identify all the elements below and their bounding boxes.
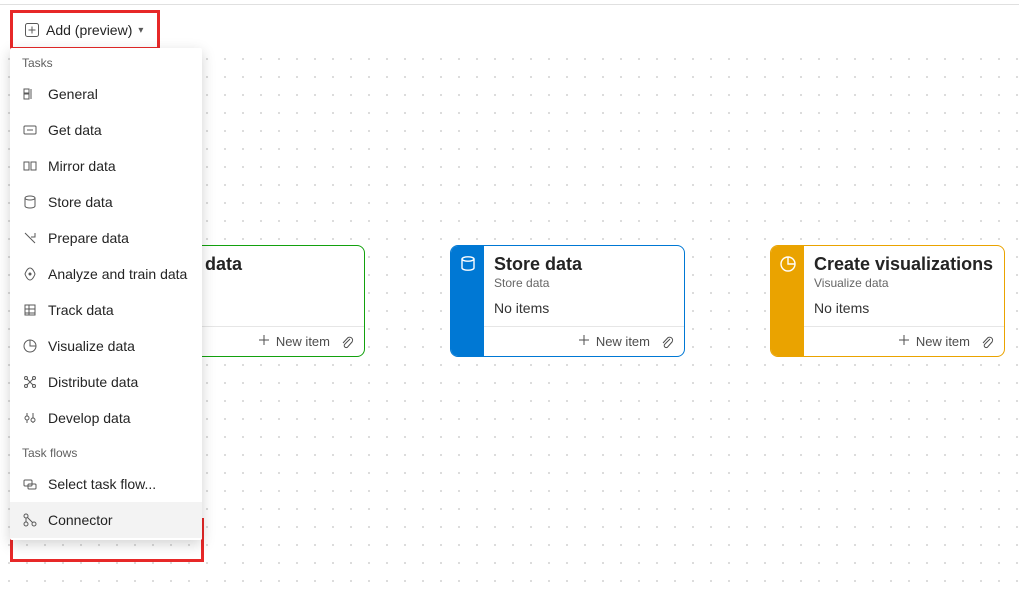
menu-item-label: Get data: [48, 122, 102, 138]
get-data-icon: [22, 122, 38, 138]
track-data-icon: [22, 302, 38, 318]
new-item-button[interactable]: New item: [258, 334, 330, 349]
card-subtitle: Store data: [494, 276, 674, 290]
menu-item-label: Store data: [48, 194, 113, 210]
card-title: Create visualizations: [814, 254, 994, 275]
menu-item-label: Select task flow...: [48, 476, 156, 492]
attach-icon: [980, 335, 994, 349]
develop-icon: [22, 410, 38, 426]
attach-button[interactable]: [658, 333, 676, 351]
card-title: Store data: [494, 254, 674, 275]
taskflow-connector[interactable]: Connector: [10, 502, 202, 538]
task-track-data[interactable]: Track data: [10, 292, 202, 328]
chevron-down-icon: ▾: [138, 25, 143, 36]
attach-button[interactable]: [338, 333, 356, 351]
plus-icon: [24, 22, 40, 38]
task-analyze-train-data[interactable]: Analyze and train data: [10, 256, 202, 292]
task-visualize-data[interactable]: Visualize data: [10, 328, 202, 364]
task-distribute-data[interactable]: Distribute data: [10, 364, 202, 400]
task-card-create-visualizations[interactable]: Create visualizations Visualize data No …: [770, 245, 1005, 357]
menu-item-label: Visualize data: [48, 338, 135, 354]
card-noitems: No items: [494, 300, 674, 316]
new-item-label: New item: [916, 334, 970, 349]
menu-item-label: Mirror data: [48, 158, 116, 174]
distribute-icon: [22, 374, 38, 390]
database-icon: [459, 255, 477, 273]
attach-icon: [660, 335, 674, 349]
mirror-data-icon: [22, 158, 38, 174]
plus-icon: [578, 334, 590, 349]
menu-item-label: Track data: [48, 302, 114, 318]
menu-item-label: Distribute data: [48, 374, 138, 390]
attach-icon: [340, 335, 354, 349]
menu-item-label: Connector: [48, 512, 113, 528]
analyze-icon: [22, 266, 38, 282]
store-data-icon: [22, 194, 38, 210]
card-subtitle: Visualize data: [814, 276, 994, 290]
prepare-data-icon: [22, 230, 38, 246]
task-store-data[interactable]: Store data: [10, 184, 202, 220]
add-button-label: Add (preview): [46, 22, 132, 38]
menu-item-label: Prepare data: [48, 230, 129, 246]
menu-item-label: General: [48, 86, 98, 102]
pie-chart-icon: [779, 255, 797, 273]
new-item-button[interactable]: New item: [578, 334, 650, 349]
task-get-data[interactable]: Get data: [10, 112, 202, 148]
new-item-label: New item: [276, 334, 330, 349]
dropdown-group-taskflows: Task flows: [10, 436, 202, 466]
task-mirror-data[interactable]: Mirror data: [10, 148, 202, 184]
new-item-button[interactable]: New item: [898, 334, 970, 349]
add-button[interactable]: Add (preview) ▾: [14, 14, 153, 46]
menu-item-label: Develop data: [48, 410, 131, 426]
general-icon: [22, 86, 38, 102]
card-accent: [451, 246, 484, 356]
taskflow-icon: [22, 476, 38, 492]
card-accent: [771, 246, 804, 356]
attach-button[interactable]: [978, 333, 996, 351]
taskflow-select[interactable]: Select task flow...: [10, 466, 202, 502]
new-item-label: New item: [596, 334, 650, 349]
dropdown-group-tasks: Tasks: [10, 52, 202, 76]
connector-icon: [22, 512, 38, 528]
plus-icon: [258, 334, 270, 349]
task-develop-data[interactable]: Develop data: [10, 400, 202, 436]
plus-icon: [898, 334, 910, 349]
add-dropdown: Tasks General Get data Mirror data Store…: [10, 48, 202, 540]
top-divider: [0, 4, 1019, 5]
task-card-store-data[interactable]: Store data Store data No items New item: [450, 245, 685, 357]
menu-item-label: Analyze and train data: [48, 266, 187, 282]
task-prepare-data[interactable]: Prepare data: [10, 220, 202, 256]
card-noitems: No items: [814, 300, 994, 316]
task-general[interactable]: General: [10, 76, 202, 112]
visualize-icon: [22, 338, 38, 354]
